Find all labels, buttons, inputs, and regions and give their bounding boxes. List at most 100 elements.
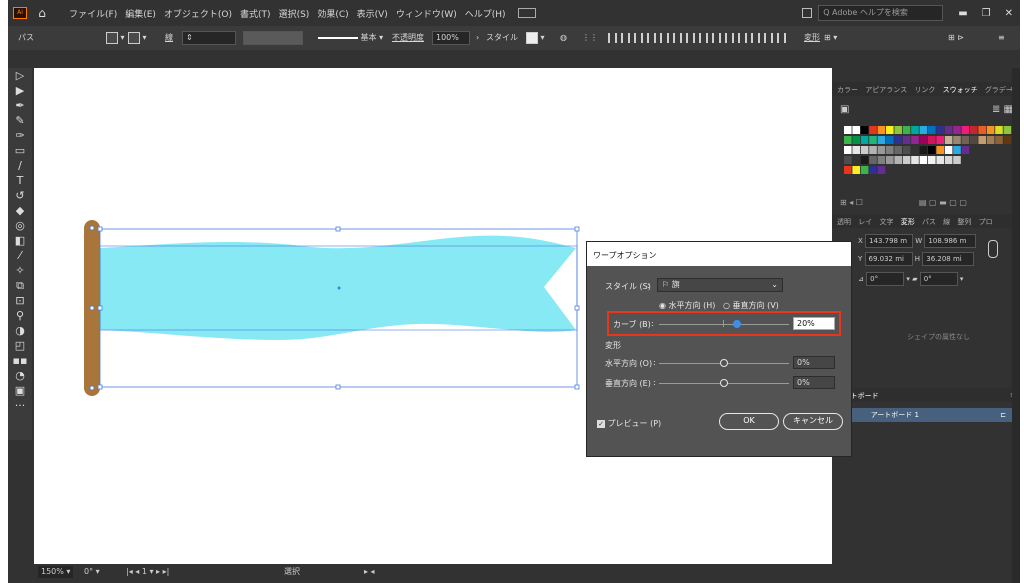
control-menu-icon[interactable]: ≡: [998, 30, 1005, 46]
menu-select[interactable]: 選択(S): [279, 7, 310, 20]
artboard-tool-icon[interactable]: ⊡: [8, 293, 32, 308]
restore-icon[interactable]: ❐: [982, 8, 991, 19]
tab-align[interactable]: 整列: [957, 217, 971, 227]
swatch[interactable]: [844, 166, 852, 174]
eyedropper-tool-icon[interactable]: ⁄: [8, 248, 32, 263]
dock-scrollbar[interactable]: [1012, 68, 1020, 583]
swatch[interactable]: [1003, 136, 1012, 144]
swatch[interactable]: [928, 136, 936, 144]
swatch[interactable]: [869, 146, 877, 154]
stroke-swatch[interactable]: ▾: [128, 30, 147, 46]
swatch[interactable]: [911, 146, 919, 154]
swatch[interactable]: [877, 156, 886, 164]
tab-character[interactable]: 文字: [879, 217, 893, 227]
cancel-button[interactable]: キャンセル: [783, 413, 843, 430]
horizontal-radio[interactable]: ◉ 水平方向 (H): [659, 300, 715, 311]
menu-type[interactable]: 書式(T): [240, 7, 271, 20]
swatch[interactable]: [860, 136, 869, 144]
swatch[interactable]: [852, 126, 860, 134]
rotation-field[interactable]: 0° ▾: [84, 566, 100, 578]
blend-tool-icon[interactable]: ⧉: [8, 278, 32, 293]
constrain-proportions-icon[interactable]: [988, 240, 998, 258]
swatch[interactable]: [852, 136, 860, 144]
swatch[interactable]: [902, 136, 911, 144]
swatch[interactable]: [970, 126, 978, 134]
tab-color[interactable]: カラー: [837, 85, 858, 95]
swatch[interactable]: [970, 136, 978, 144]
swatch[interactable]: [928, 156, 936, 164]
swatch[interactable]: [844, 136, 852, 144]
v-distortion-knob[interactable]: [720, 379, 728, 387]
swatch[interactable]: [894, 136, 902, 144]
tab-transform[interactable]: 変形: [901, 217, 915, 227]
w-field[interactable]: 108.986 m: [924, 234, 977, 248]
swatch[interactable]: [919, 126, 928, 134]
swatch[interactable]: [902, 156, 911, 164]
swatch[interactable]: [860, 146, 869, 154]
swatch[interactable]: [860, 126, 869, 134]
bbox-handle[interactable]: [97, 226, 103, 232]
swatch[interactable]: [869, 156, 877, 164]
opacity-arrow-icon[interactable]: ›: [476, 30, 479, 46]
stroke-label[interactable]: 線: [165, 30, 173, 46]
align-icons[interactable]: [608, 30, 790, 46]
swatch[interactable]: [860, 156, 869, 164]
swatch[interactable]: [953, 136, 961, 144]
reference-point-icon[interactable]: ⊞ ▾: [824, 30, 837, 46]
swatch-grid[interactable]: [844, 126, 1012, 178]
swatch[interactable]: [886, 146, 894, 154]
h-distortion-knob[interactable]: [720, 359, 728, 367]
swatch[interactable]: [869, 136, 877, 144]
bbox-handle[interactable]: [335, 384, 341, 390]
swatch[interactable]: [928, 126, 936, 134]
swatch[interactable]: [902, 126, 911, 134]
menu-window[interactable]: ウィンドウ(W): [396, 7, 457, 20]
arrange-documents-icon[interactable]: [802, 8, 813, 18]
transform-label[interactable]: 変形: [804, 30, 820, 46]
tab-layers[interactable]: レイ: [858, 217, 872, 227]
swatch[interactable]: [919, 136, 928, 144]
swatch[interactable]: [961, 126, 970, 134]
swatch[interactable]: [936, 126, 944, 134]
swatch[interactable]: [852, 146, 860, 154]
swatch[interactable]: [894, 126, 902, 134]
swatch[interactable]: [944, 126, 953, 134]
tab-pathfinder[interactable]: パス: [922, 217, 936, 227]
zoom-field[interactable]: 150% ▾: [38, 566, 74, 578]
swatch[interactable]: [911, 126, 919, 134]
swatch[interactable]: [877, 166, 886, 174]
minimize-icon[interactable]: ▬: [958, 8, 967, 19]
rotate-tool-icon[interactable]: ↺: [8, 188, 32, 203]
hand-tool-icon[interactable]: ◑: [8, 323, 32, 338]
menu-effect[interactable]: 効果(C): [317, 7, 348, 20]
bbox-handle[interactable]: [574, 305, 580, 311]
swatch[interactable]: [944, 136, 953, 144]
tab-links[interactable]: リンク: [914, 85, 935, 95]
swatch[interactable]: [886, 126, 894, 134]
warp-style-select[interactable]: ⚐ 旗 ⌄: [657, 278, 783, 292]
stroke-weight-field[interactable]: ⇕: [182, 30, 236, 45]
curvature-tool-icon[interactable]: ✎: [8, 113, 32, 128]
draw-mode-icon[interactable]: ◔: [8, 368, 32, 383]
swatch[interactable]: [919, 146, 928, 154]
preview-checkbox[interactable]: ✓ プレビュー (P): [597, 418, 661, 429]
type-tool-icon[interactable]: T: [8, 173, 32, 188]
swatch[interactable]: [886, 136, 894, 144]
direct-selection-tool-icon[interactable]: ▶: [8, 83, 32, 98]
bbox-handle[interactable]: [574, 226, 580, 232]
bbox-handle[interactable]: [97, 384, 103, 390]
swatch[interactable]: [844, 126, 852, 134]
menu-file[interactable]: ファイル(F): [69, 7, 117, 20]
swatch[interactable]: [894, 146, 902, 154]
swatch[interactable]: [978, 136, 986, 144]
swatch[interactable]: [886, 156, 894, 164]
screen-mode-icon[interactable]: ▣: [8, 383, 32, 398]
swatch[interactable]: [953, 156, 961, 164]
y-field[interactable]: 69.032 mi: [864, 252, 913, 266]
selection-tool-icon[interactable]: ▷: [8, 68, 32, 83]
ok-button[interactable]: OK: [719, 413, 779, 430]
bbox-handle[interactable]: [335, 226, 341, 232]
align-to-icon[interactable]: ⋮⋮: [582, 30, 598, 46]
artboard-navigator[interactable]: |◂ ◂ 1 ▾ ▸ ▸|: [126, 566, 169, 578]
puppet-warp-icon[interactable]: ✧: [8, 263, 32, 278]
